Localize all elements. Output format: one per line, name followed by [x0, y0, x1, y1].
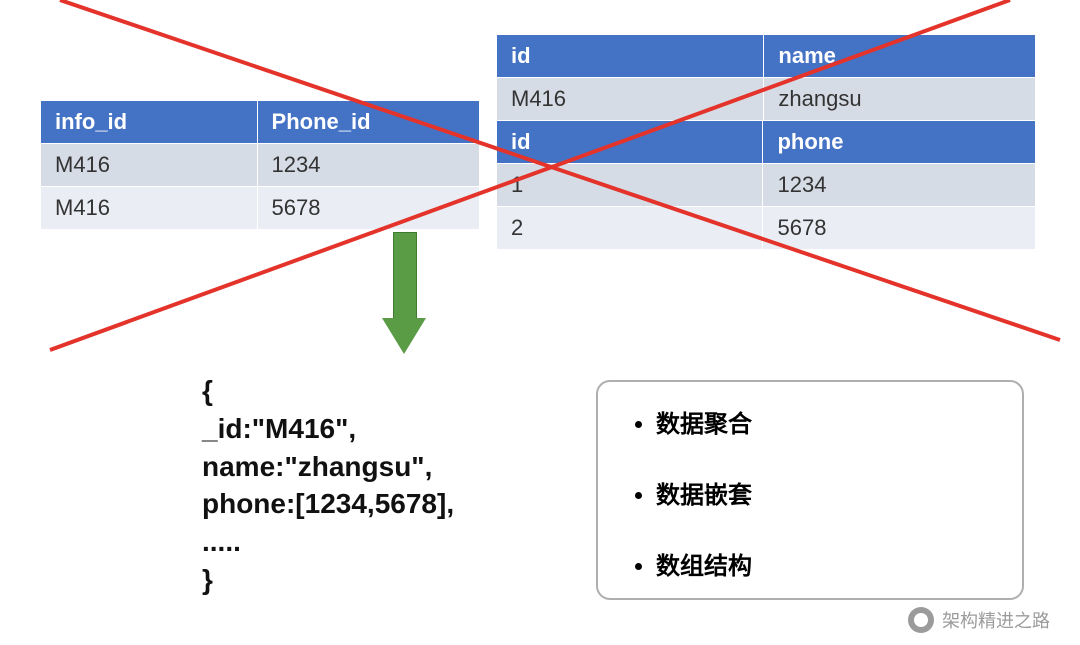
code-line: name:"zhangsu", [202, 448, 454, 486]
table-row: 2 5678 [497, 207, 1036, 250]
th-name: name [764, 35, 1036, 78]
table-row: M416 1234 [41, 144, 480, 187]
feature-box: 数据聚合 数据嵌套 数组结构 [596, 380, 1024, 600]
list-item: 数组结构 [656, 546, 992, 581]
cell: M416 [41, 144, 258, 187]
cell: M416 [497, 78, 764, 121]
cell: 1234 [257, 144, 479, 187]
cell: zhangsu [764, 78, 1036, 121]
cell: 5678 [257, 187, 479, 230]
arrow-down-icon [382, 232, 426, 356]
cell: M416 [41, 187, 258, 230]
table-row: 1 1234 [497, 164, 1036, 207]
watermark-text: 架构精进之路 [942, 607, 1050, 633]
cell: 5678 [763, 207, 1036, 250]
code-line: ..... [202, 523, 454, 561]
code-line: phone:[1234,5678], [202, 485, 454, 523]
code-line: { [202, 372, 454, 410]
code-line: _id:"M416", [202, 410, 454, 448]
list-item: 数据嵌套 [656, 475, 992, 510]
feature-list: 数据聚合 数据嵌套 数组结构 [628, 404, 992, 581]
table-row: M416 5678 [41, 187, 480, 230]
cell: 2 [497, 207, 763, 250]
cell: 1234 [763, 164, 1036, 207]
table-row: M416 zhangsu [497, 78, 1036, 121]
table-left: info_id Phone_id M416 1234 M416 5678 [40, 100, 480, 230]
watermark: 架构精进之路 [908, 607, 1050, 633]
th-info-id: info_id [41, 101, 258, 144]
cell: 1 [497, 164, 763, 207]
th-id2: id [497, 121, 763, 164]
json-document: { _id:"M416", name:"zhangsu", phone:[123… [202, 372, 454, 599]
th-phone: phone [763, 121, 1036, 164]
diagram-canvas: info_id Phone_id M416 1234 M416 5678 id … [0, 0, 1080, 645]
table-right-bottom: id phone 1 1234 2 5678 [496, 120, 1036, 250]
table-header-row: info_id Phone_id [41, 101, 480, 144]
list-item: 数据聚合 [656, 404, 992, 439]
code-line: } [202, 561, 454, 599]
table-right-top: id name M416 zhangsu [496, 34, 1036, 121]
th-id: id [497, 35, 764, 78]
table-header-row: id phone [497, 121, 1036, 164]
th-phone-id: Phone_id [257, 101, 479, 144]
wechat-icon [908, 607, 934, 633]
table-header-row: id name [497, 35, 1036, 78]
